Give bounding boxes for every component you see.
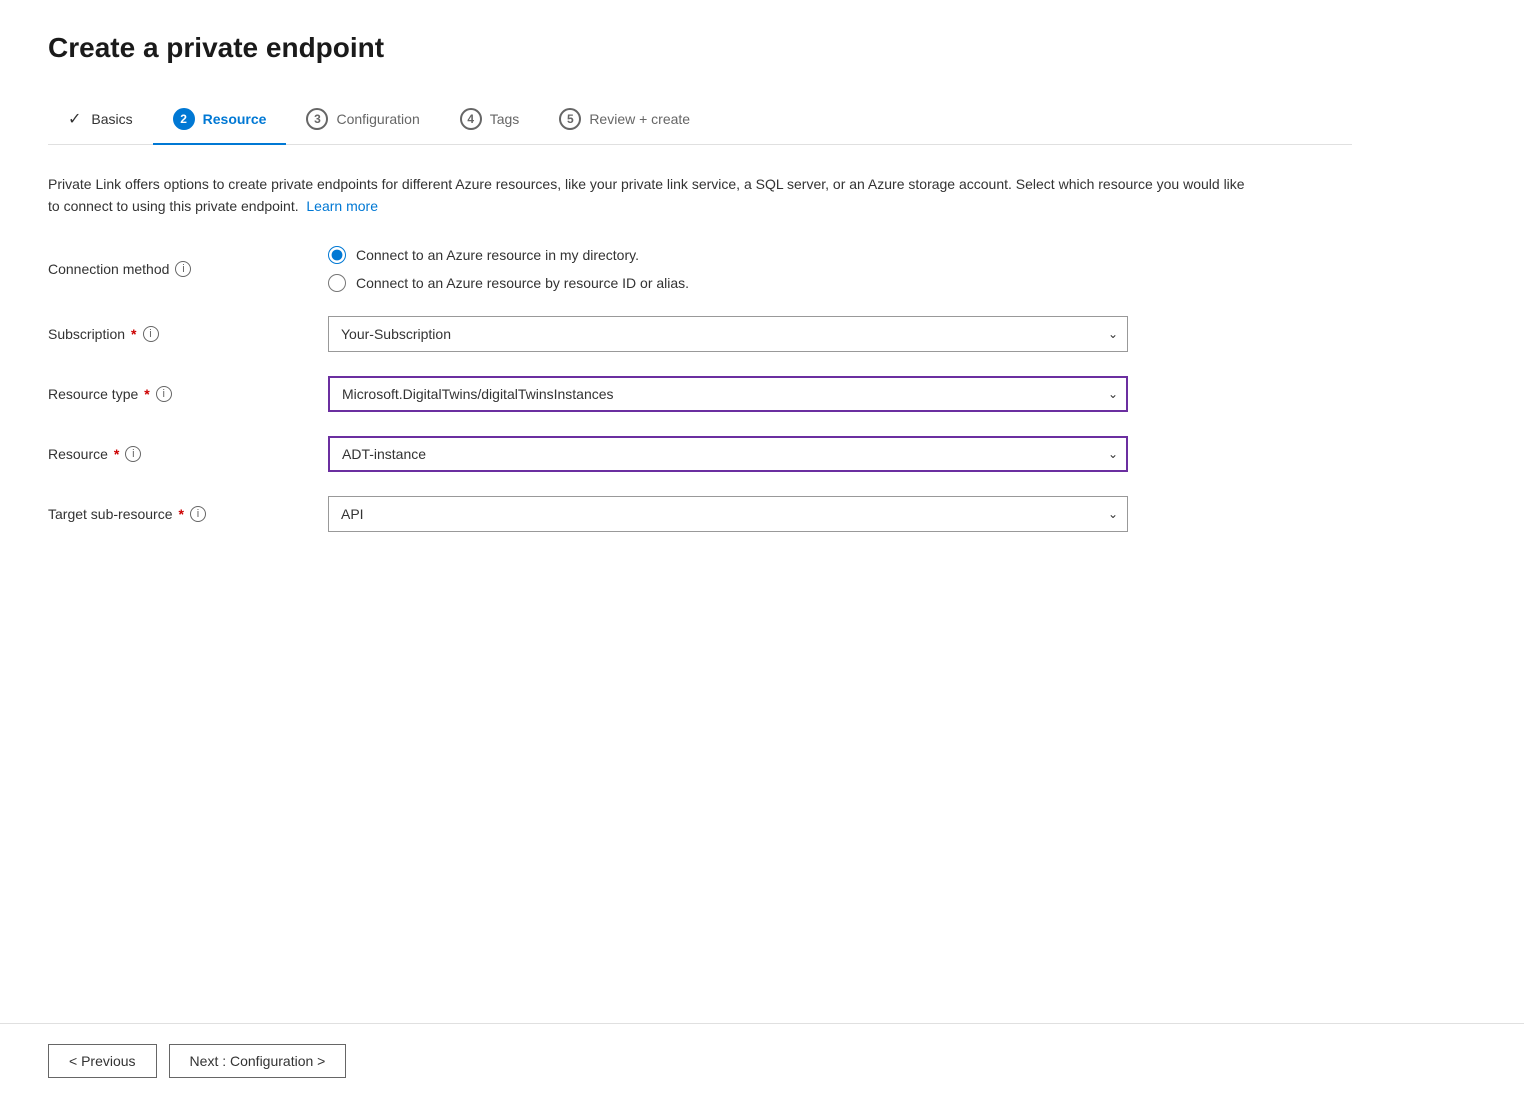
step-tags[interactable]: 4 Tags [440,96,540,144]
learn-more-link[interactable]: Learn more [306,198,378,214]
resource-type-select[interactable]: Microsoft.DigitalTwins/digitalTwinsInsta… [328,376,1128,412]
radio-group: Connect to an Azure resource in my direc… [328,246,1128,292]
steps-navigation: ✓ Basics 2 Resource 3 Configuration 4 Ta… [48,96,1352,145]
resource-form: Connection method i Connect to an Azure … [48,246,1352,532]
step-basics[interactable]: ✓ Basics [48,97,153,143]
step-configuration[interactable]: 3 Configuration [286,96,439,144]
target-sub-resource-required-star: * [179,506,184,522]
resource-row: Resource * i ADT-instance ⌄ [48,436,1352,472]
step-tags-label: Tags [490,111,520,127]
radio-directory-label: Connect to an Azure resource in my direc… [356,247,639,263]
next-button[interactable]: Next : Configuration > [169,1044,347,1078]
step-configuration-number: 3 [306,108,328,130]
resource-type-required-star: * [144,386,149,402]
step-tags-number: 4 [460,108,482,130]
radio-directory-input[interactable] [328,246,346,264]
step-resource-label: Resource [203,111,267,127]
resource-type-info-icon[interactable]: i [156,386,172,402]
connection-method-info-icon[interactable]: i [175,261,191,277]
step-review-number: 5 [559,108,581,130]
radio-resource-id-input[interactable] [328,274,346,292]
step-review-label: Review + create [589,111,690,127]
subscription-row: Subscription * i Your-Subscription ⌄ [48,316,1352,352]
subscription-label: Subscription * i [48,326,328,342]
subscription-select[interactable]: Your-Subscription [328,316,1128,352]
bottom-navigation-bar: < Previous Next : Configuration > [0,1023,1524,1098]
resource-type-control: Microsoft.DigitalTwins/digitalTwinsInsta… [328,376,1128,412]
subscription-required-star: * [131,326,136,342]
radio-option-resource-id[interactable]: Connect to an Azure resource by resource… [328,274,1128,292]
resource-info-icon[interactable]: i [125,446,141,462]
step-review-create[interactable]: 5 Review + create [539,96,710,144]
connection-method-options: Connect to an Azure resource in my direc… [328,246,1128,292]
target-sub-resource-label: Target sub-resource * i [48,506,328,522]
step-resource-number: 2 [173,108,195,130]
subscription-info-icon[interactable]: i [143,326,159,342]
checkmark-icon: ✓ [68,109,81,129]
resource-type-select-wrapper: Microsoft.DigitalTwins/digitalTwinsInsta… [328,376,1128,412]
target-sub-resource-select[interactable]: API [328,496,1128,532]
radio-resource-id-label: Connect to an Azure resource by resource… [356,275,689,291]
page-title: Create a private endpoint [48,32,1352,64]
resource-select-wrapper: ADT-instance ⌄ [328,436,1128,472]
description-text: Private Link offers options to create pr… [48,173,1248,218]
resource-required-star: * [114,446,119,462]
step-basics-label: Basics [91,111,132,127]
step-configuration-label: Configuration [336,111,419,127]
connection-method-row: Connection method i Connect to an Azure … [48,246,1352,292]
resource-type-label: Resource type * i [48,386,328,402]
step-resource[interactable]: 2 Resource [153,96,287,144]
previous-button[interactable]: < Previous [48,1044,157,1078]
resource-select[interactable]: ADT-instance [328,436,1128,472]
target-sub-resource-info-icon[interactable]: i [190,506,206,522]
subscription-control: Your-Subscription ⌄ [328,316,1128,352]
resource-control: ADT-instance ⌄ [328,436,1128,472]
target-sub-resource-control: API ⌄ [328,496,1128,532]
radio-option-directory[interactable]: Connect to an Azure resource in my direc… [328,246,1128,264]
resource-type-row: Resource type * i Microsoft.DigitalTwins… [48,376,1352,412]
connection-method-label: Connection method i [48,261,328,277]
target-sub-resource-row: Target sub-resource * i API ⌄ [48,496,1352,532]
subscription-select-wrapper: Your-Subscription ⌄ [328,316,1128,352]
resource-label: Resource * i [48,446,328,462]
target-sub-resource-select-wrapper: API ⌄ [328,496,1128,532]
